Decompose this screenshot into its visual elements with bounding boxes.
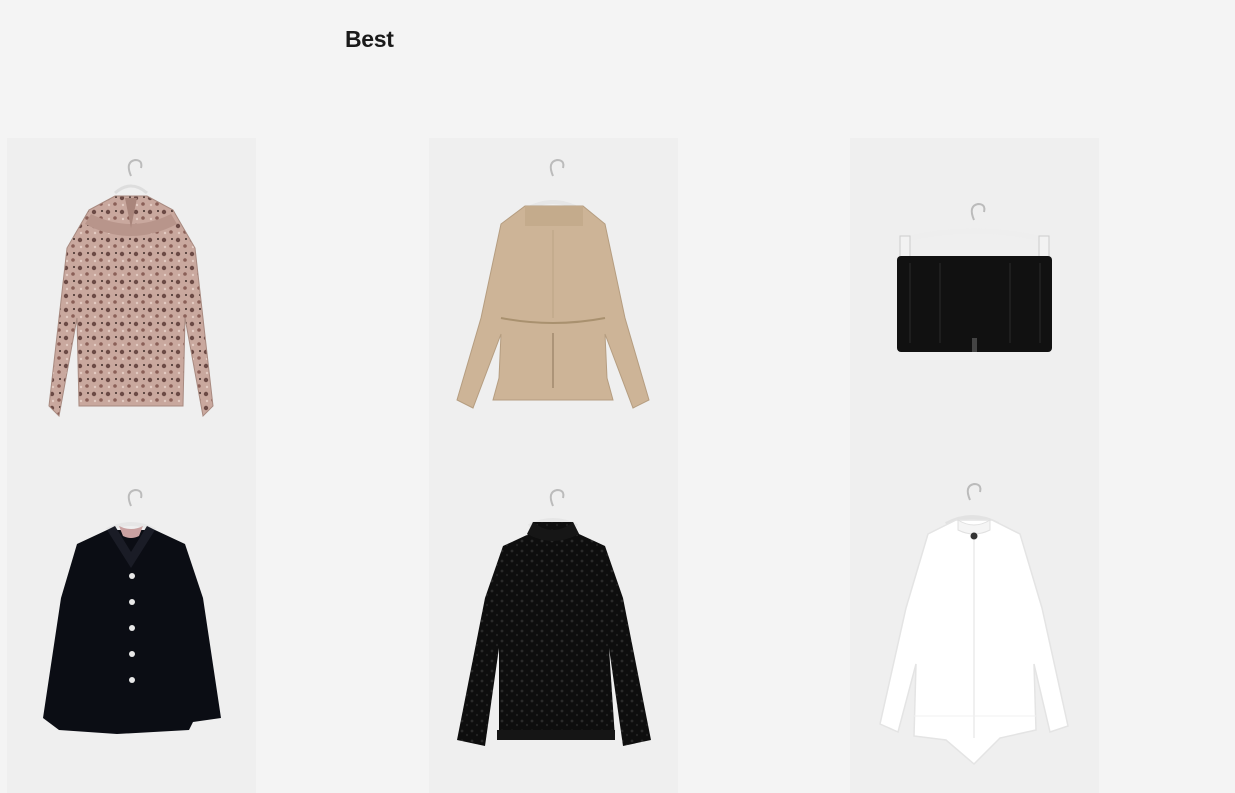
black-velvet-lace-blouse-image — [457, 488, 651, 746]
black-tube-top-image — [897, 202, 1052, 352]
best-products-page: Best — [0, 0, 1235, 793]
product-card[interactable] — [429, 468, 678, 793]
white-band-collar-shirt-image — [879, 482, 1069, 766]
product-card[interactable] — [850, 138, 1099, 468]
product-card[interactable] — [7, 468, 256, 793]
section-title: Best — [345, 26, 394, 52]
beige-peplum-blouse-image — [456, 158, 650, 409]
product-card[interactable] — [429, 138, 678, 468]
floral-ruffle-blouse-image — [48, 158, 214, 418]
black-button-blouse-image — [43, 488, 221, 734]
product-card[interactable] — [7, 138, 256, 468]
product-card[interactable] — [850, 468, 1099, 793]
